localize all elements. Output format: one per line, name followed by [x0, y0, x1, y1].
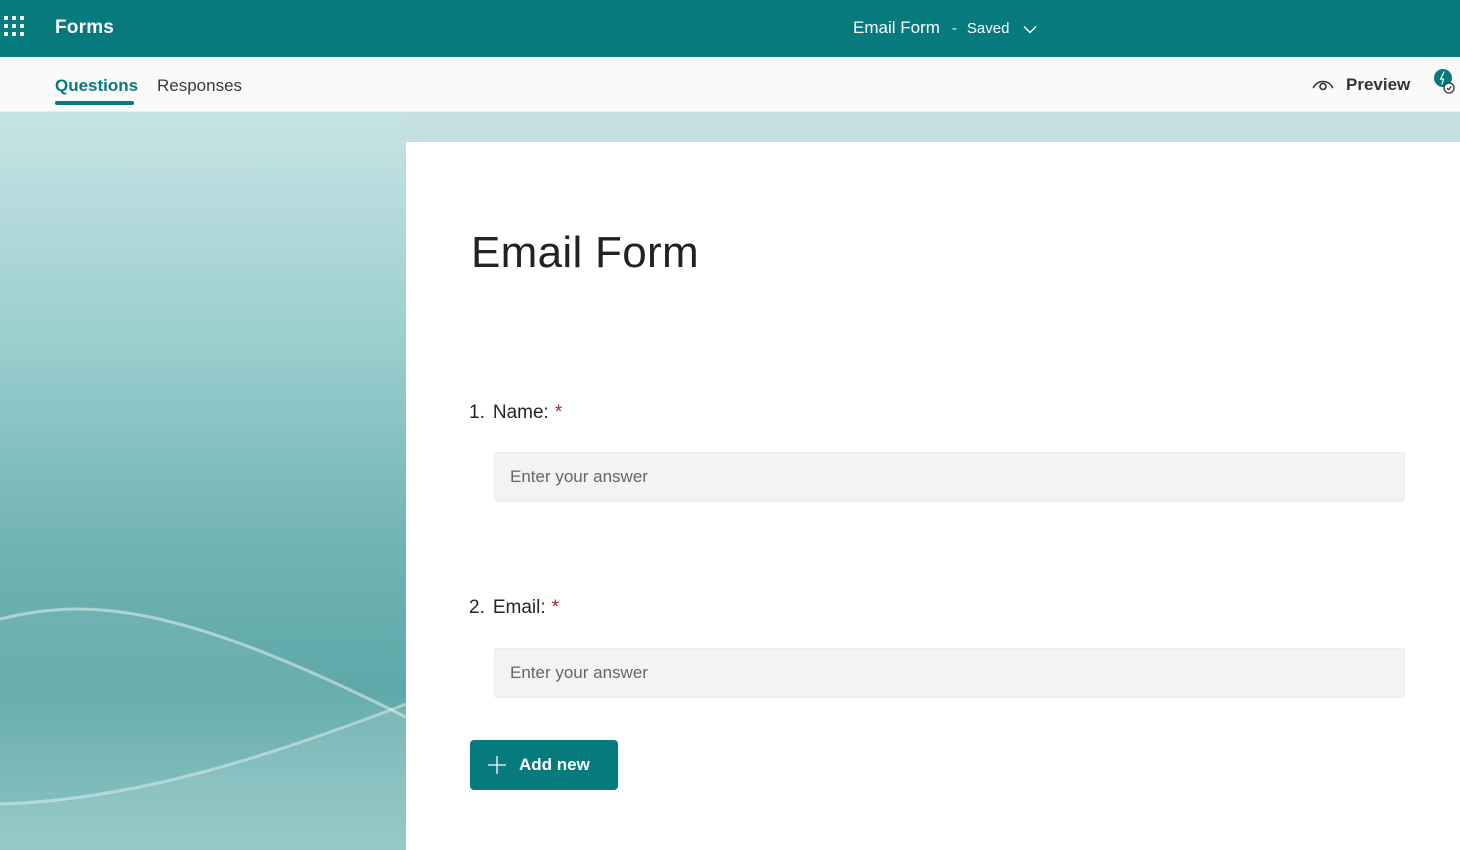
waffle-icon[interactable] [4, 16, 26, 38]
plus-icon [488, 756, 506, 774]
question-number: 1. [469, 402, 485, 423]
name-answer-input[interactable] [494, 452, 1405, 502]
save-status: Saved [966, 19, 1010, 37]
tab-questions[interactable]: Questions [55, 76, 138, 96]
app-header: Forms Email Form - Saved [0, 0, 1460, 57]
preview-button[interactable]: Preview [1312, 75, 1410, 95]
tab-responses[interactable]: Responses [157, 76, 242, 96]
active-tab-indicator [55, 101, 134, 105]
eye-icon [1312, 80, 1334, 91]
question-text: Email: [492, 597, 546, 618]
preview-label: Preview [1346, 75, 1411, 94]
header-form-title: Email Form [853, 18, 940, 37]
question-1-label[interactable]: 1. Name: * [469, 402, 562, 424]
question-text: Name: [492, 402, 549, 423]
theme-banner [0, 112, 406, 850]
required-asterisk: * [551, 597, 560, 618]
form-title[interactable]: Email Form [471, 228, 699, 278]
chevron-down-icon [1023, 19, 1037, 39]
email-answer-input[interactable] [494, 648, 1405, 698]
lab-icon[interactable] [1432, 68, 1458, 101]
question-2-label[interactable]: 2. Email: * [469, 597, 559, 619]
title-separator: - [951, 19, 957, 37]
required-asterisk: * [554, 402, 563, 423]
form-card: Email Form 1.Name:* 2.Email:* Add new [406, 142, 1460, 850]
add-new-label: Add new [519, 755, 590, 774]
app-name[interactable]: Forms [55, 17, 114, 39]
add-new-button[interactable]: Add new [470, 740, 618, 790]
question-number: 2. [469, 597, 485, 618]
tab-bar: Questions Responses Preview [0, 57, 1460, 112]
form-title-status-menu[interactable]: Email Form - Saved [853, 17, 1037, 39]
